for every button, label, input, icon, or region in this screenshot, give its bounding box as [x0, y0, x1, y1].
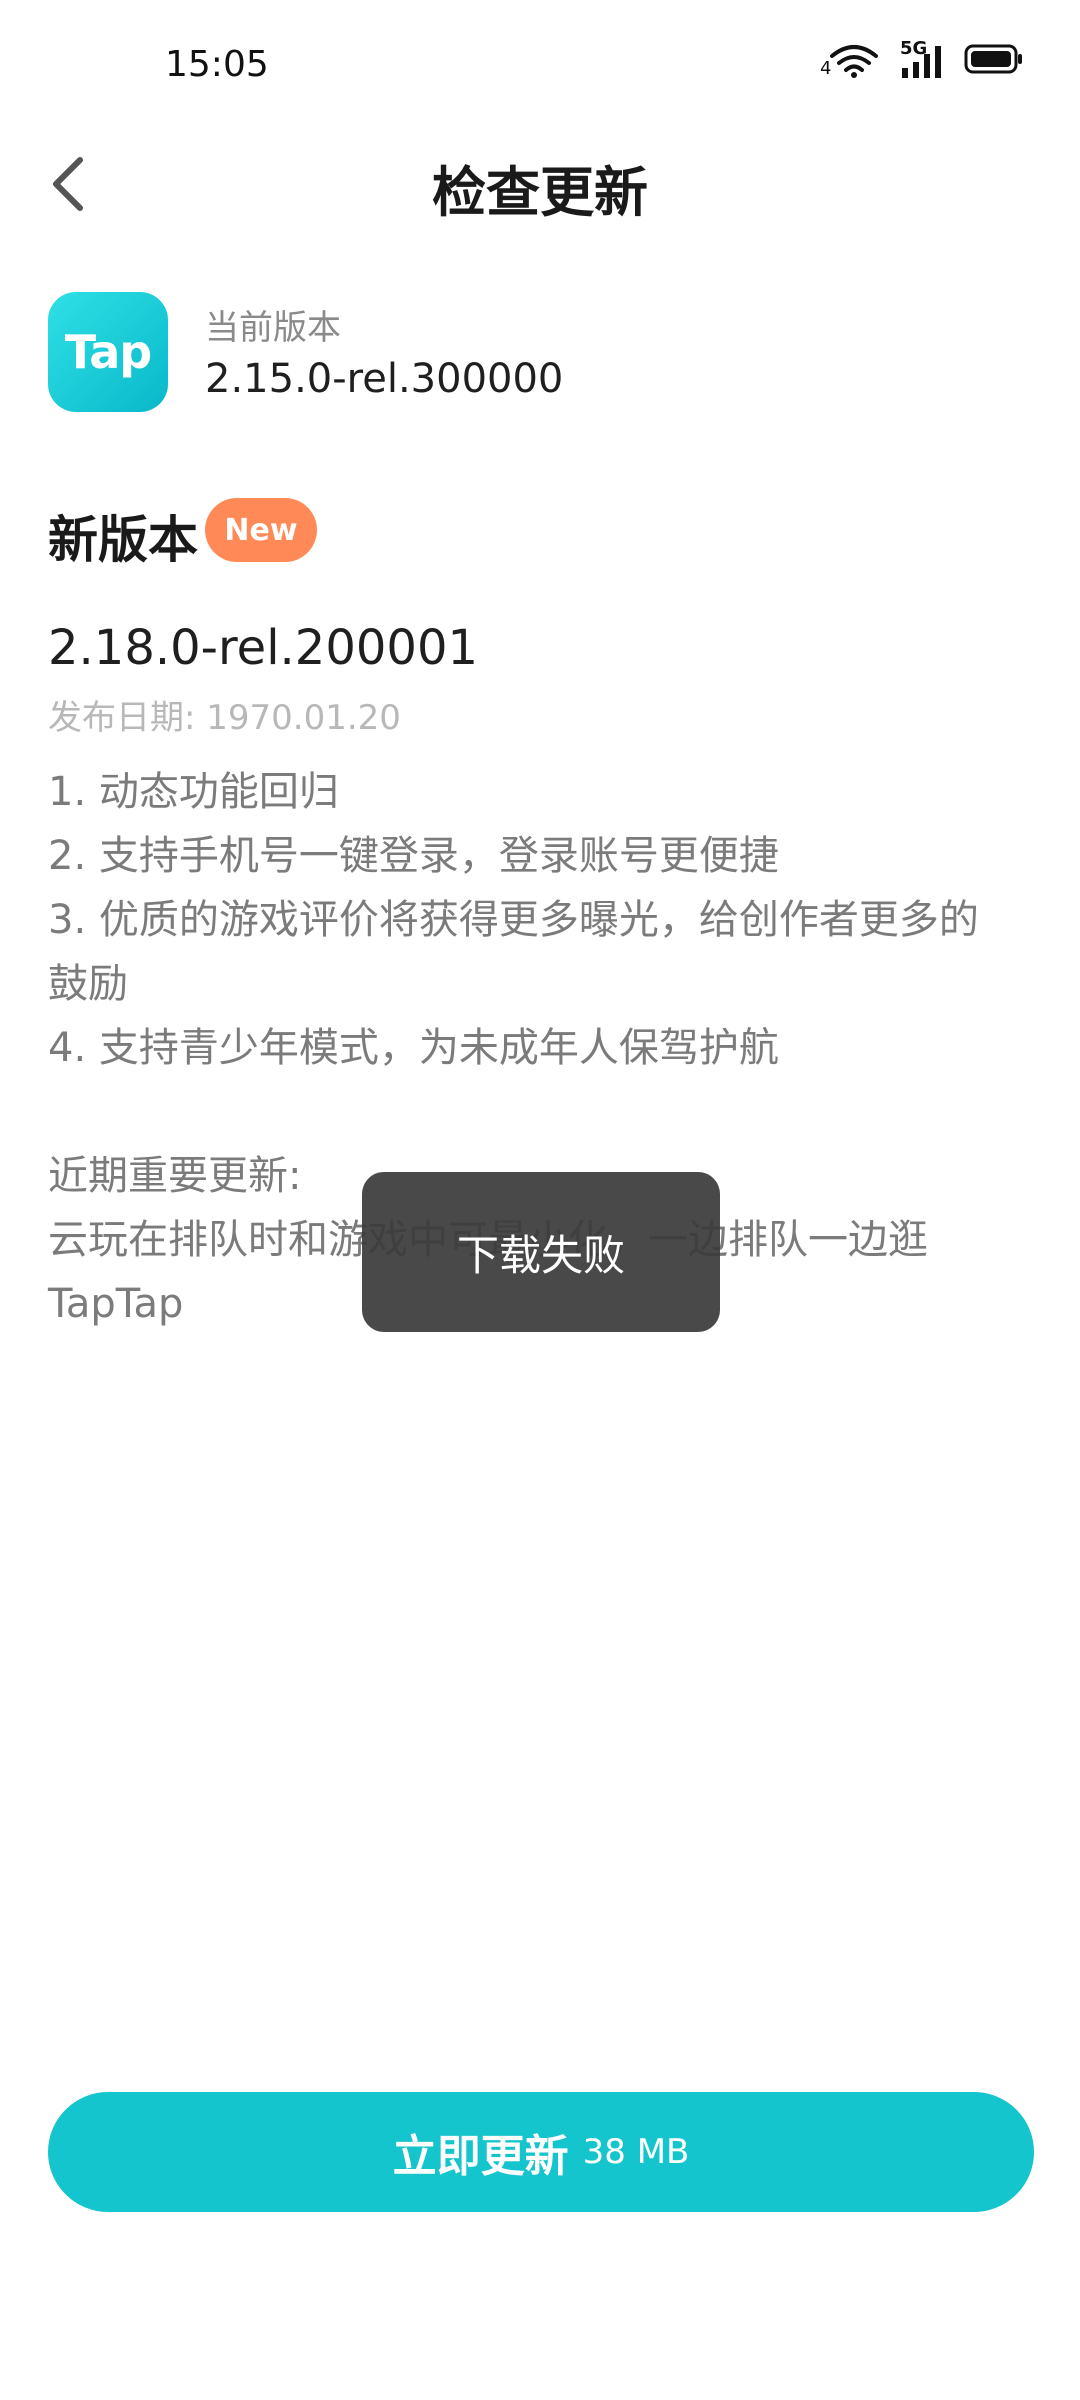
wifi-sub-label: 4 — [820, 58, 832, 79]
new-version-value: 2.18.0-rel.200001 — [48, 620, 479, 676]
note-line: 3. 优质的游戏评价将获得更多曝光，给创作者更多的 — [48, 897, 979, 943]
update-now-button[interactable]: 立即更新 38 MB — [48, 2092, 1034, 2212]
status-icons: 4 5G — [820, 38, 1024, 79]
current-version-label: 当前版本 — [205, 308, 341, 348]
status-time: 15:05 — [165, 44, 269, 85]
new-badge: New — [205, 498, 317, 562]
status-bar: 15:05 4 5G — [0, 0, 1080, 130]
wifi-icon: 4 — [820, 44, 880, 79]
note-line: 鼓励 — [48, 961, 128, 1007]
page-title: 检查更新 — [432, 161, 648, 224]
app-icon: Tap — [48, 292, 168, 412]
new-version-title: 新版本 — [48, 511, 198, 569]
cellular-signal-icon: 5G — [900, 38, 944, 78]
note-line: 4. 支持青少年模式，为未成年人保驾护航 — [48, 1025, 779, 1071]
update-button-label: 立即更新 — [392, 2131, 569, 2182]
app-icon-text: Tap — [64, 325, 152, 379]
update-size: 38 MB — [582, 2132, 690, 2172]
note-line: 1. 动态功能回归 — [48, 769, 339, 815]
release-date: 发布日期: 1970.01.20 — [48, 698, 401, 738]
current-version-value: 2.15.0-rel.300000 — [205, 356, 564, 402]
toast-message: 下载失败 — [362, 1172, 720, 1332]
note-line: 2. 支持手机号一键登录，登录账号更便捷 — [48, 833, 779, 879]
battery-icon — [964, 44, 1024, 78]
notes-spacer — [48, 1080, 1038, 1144]
